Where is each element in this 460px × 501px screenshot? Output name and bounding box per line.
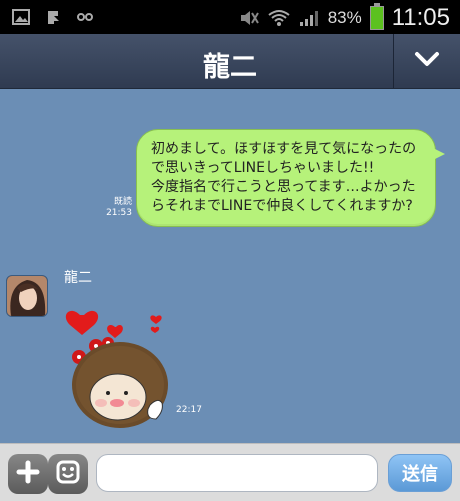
download-icon <box>42 8 64 26</box>
input-bar: 送信 <box>0 443 460 501</box>
link-icon <box>74 8 96 26</box>
plus-icon <box>16 460 40 488</box>
emoji-button[interactable] <box>48 454 88 494</box>
message-line: 初めまして。ほすほすを見て気になったの <box>151 141 417 157</box>
avatar[interactable] <box>6 275 48 317</box>
message-line: で思いきってLINEしちゃいました!! <box>151 160 375 176</box>
outgoing-message-bubble[interactable]: 初めまして。ほすほすを見て気になったの で思いきってLINEしちゃいました!! … <box>136 129 445 227</box>
read-receipt: 既読 <box>113 197 132 207</box>
sticker-time: 22:17 <box>176 405 202 415</box>
chat-area[interactable]: 初めまして。ほすほすを見て気になったの で思いきってLINEしちゃいました!! … <box>0 89 460 443</box>
header-menu-button[interactable] <box>393 34 460 88</box>
status-right-icons: 83% 11:05 <box>238 3 450 32</box>
message-input[interactable] <box>96 454 378 492</box>
mute-icon <box>238 9 260 27</box>
message-line: らそれまでLINEで仲良くしてくれますか? <box>151 198 413 214</box>
send-button[interactable]: 送信 <box>388 454 452 492</box>
sticker-message[interactable] <box>60 291 180 431</box>
message-time: 21:53 <box>106 208 132 218</box>
add-attachment-button[interactable] <box>8 454 48 494</box>
emoji-icon <box>55 459 81 489</box>
status-left-icons <box>10 8 96 26</box>
signal-icon <box>298 9 320 27</box>
message-meta: 既読 21:53 <box>106 197 132 219</box>
status-clock: 11:05 <box>391 4 450 31</box>
status-bar: 83% 11:05 <box>0 0 460 34</box>
sender-name: 龍二 <box>64 270 92 286</box>
chat-title: 龍二 <box>203 52 257 83</box>
battery-percent: 83% <box>327 8 362 27</box>
battery-icon <box>369 3 384 30</box>
message-line: 今度指名で行こうと思ってます…よかった <box>151 179 416 195</box>
chevron-down-icon <box>414 50 440 72</box>
chat-header: 龍二 <box>0 34 460 89</box>
image-icon <box>10 8 32 26</box>
wifi-icon <box>268 9 290 27</box>
